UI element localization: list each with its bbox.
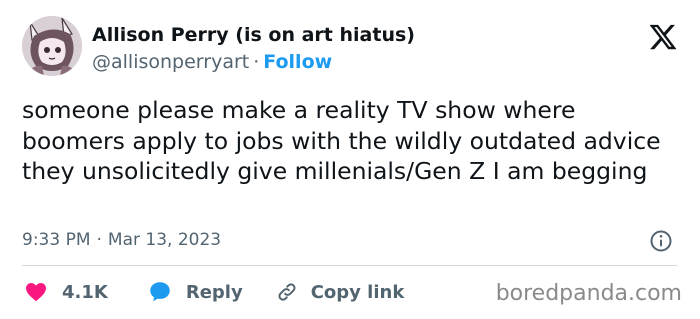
divider: [22, 265, 677, 266]
timestamp-row: 9:33 PM · Mar 13, 2023: [22, 229, 221, 251]
handle-separator: ·: [253, 51, 260, 73]
info-icon[interactable]: [649, 229, 673, 253]
action-bar: 4.1K Reply Copy link: [22, 278, 404, 306]
speech-bubble-icon: [146, 278, 174, 306]
tweet-card: Allison Perry (is on art hiatus) @alliso…: [0, 0, 700, 319]
display-name[interactable]: Allison Perry (is on art hiatus): [92, 23, 415, 47]
avatar[interactable]: [22, 16, 82, 76]
tweet-time[interactable]: 9:33 PM: [22, 230, 91, 250]
avatar-illustration: [22, 16, 82, 76]
like-button[interactable]: 4.1K: [22, 278, 108, 306]
heart-icon: [22, 278, 50, 306]
reply-label: Reply: [185, 281, 243, 303]
tweet-text: someone please make a reality TV show wh…: [22, 96, 661, 185]
timestamp-separator: ·: [96, 230, 102, 250]
watermark: boredpanda.com: [495, 281, 682, 306]
handle-row: @allisonperryart · Follow: [92, 50, 332, 74]
follow-button[interactable]: Follow: [263, 51, 332, 73]
user-handle[interactable]: @allisonperryart: [92, 51, 249, 73]
like-count: 4.1K: [62, 281, 108, 303]
reply-button[interactable]: Reply: [146, 278, 243, 306]
copy-link-label: Copy link: [310, 281, 405, 303]
link-icon: [273, 278, 301, 306]
copy-link-button[interactable]: Copy link: [273, 278, 405, 306]
x-logo-icon[interactable]: [648, 22, 678, 52]
tweet-date[interactable]: Mar 13, 2023: [108, 230, 221, 250]
